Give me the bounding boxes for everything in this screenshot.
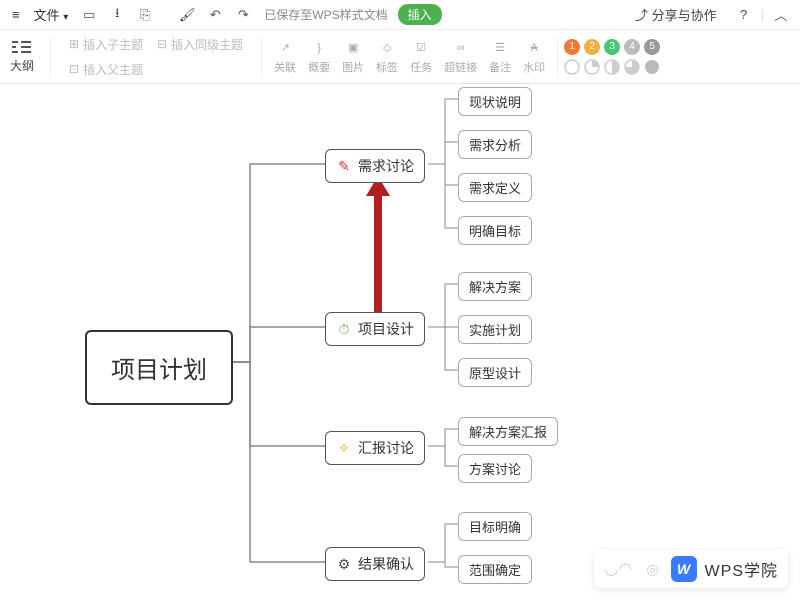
branch-node-4[interactable]: ⚙ 结果确认 bbox=[325, 547, 425, 581]
lightbulb-icon: ✧ bbox=[336, 440, 352, 456]
wps-logo-icon: W bbox=[671, 556, 697, 582]
progress-dots bbox=[564, 57, 668, 75]
insert-child-button[interactable]: ⊞插入子主题 bbox=[65, 34, 147, 55]
branch-node-2[interactable]: ⏱ 项目设计 bbox=[325, 312, 425, 346]
branch-node-3[interactable]: ✧ 汇报讨论 bbox=[325, 431, 425, 465]
branch-2-label: 项目设计 bbox=[358, 319, 414, 339]
watermark-button[interactable]: A水印 bbox=[517, 37, 551, 77]
image-button[interactable]: ▣图片 bbox=[336, 37, 370, 77]
insert-parent-button[interactable]: ⊡插入父主题 bbox=[65, 59, 147, 80]
gear-icon: ⚙ bbox=[336, 556, 352, 572]
note-button[interactable]: ☰备注 bbox=[483, 37, 517, 77]
leaf-node[interactable]: 解决方案汇报 bbox=[458, 417, 558, 446]
priority-1[interactable]: 1 bbox=[564, 39, 580, 55]
priority-2[interactable]: 2 bbox=[584, 39, 600, 55]
priority-3[interactable]: 3 bbox=[604, 39, 620, 55]
redo-icon[interactable]: ↷ bbox=[232, 4, 254, 26]
progress-75-icon[interactable] bbox=[624, 59, 640, 75]
leaf-node[interactable]: 方案讨论 bbox=[458, 454, 532, 483]
leaf-node[interactable]: 需求定义 bbox=[458, 173, 532, 202]
child-topic-icon: ⊞ bbox=[69, 37, 79, 51]
note-icon: ☰ bbox=[495, 39, 505, 57]
cursor-arrow bbox=[374, 194, 382, 322]
leaf-node[interactable]: 需求分析 bbox=[458, 130, 532, 159]
leaf-node[interactable]: 明确目标 bbox=[458, 216, 532, 245]
export-icon[interactable]: ⎘ bbox=[134, 4, 156, 26]
priority-5[interactable]: 5 bbox=[644, 39, 660, 55]
tag-button[interactable]: ◇标签 bbox=[370, 37, 404, 77]
hamburger-icon[interactable]: ≡ bbox=[8, 5, 24, 24]
outline-icon bbox=[12, 39, 32, 55]
leaf-node[interactable]: 原型设计 bbox=[458, 358, 532, 387]
target-icon: ◎ bbox=[646, 561, 658, 578]
wps-watermark: ◡◠ ◎ W WPS学院 bbox=[594, 550, 788, 588]
leaf-node[interactable]: 现状说明 bbox=[458, 87, 532, 116]
branch-1-label: 需求讨论 bbox=[358, 156, 414, 176]
wps-watermark-text: WPS学院 bbox=[705, 557, 778, 581]
mindmap-canvas[interactable]: 项目计划 ✎ 需求讨论 现状说明 需求分析 需求定义 明确目标 ⏱ 项目设计 解… bbox=[0, 84, 800, 600]
image-icon: ▣ bbox=[348, 39, 358, 57]
parent-topic-icon: ⊡ bbox=[69, 62, 79, 76]
progress-0-icon[interactable] bbox=[564, 59, 580, 75]
stopwatch-icon: ⏱ bbox=[336, 321, 352, 337]
outline-button[interactable]: 大纲 bbox=[0, 35, 44, 78]
download-icon[interactable]: ⭳ bbox=[106, 4, 128, 26]
collapse-icon[interactable]: ︿ bbox=[770, 4, 792, 26]
root-label: 项目计划 bbox=[111, 350, 207, 385]
task-icon: ☑ bbox=[416, 39, 426, 57]
priority-4[interactable]: 4 bbox=[624, 39, 640, 55]
insert-chip[interactable]: 插入 bbox=[398, 4, 442, 25]
leaf-node[interactable]: 目标明确 bbox=[458, 512, 532, 541]
top-toolbar: ≡ 文件 ▾ ▭ ⭳ ⎘ 🖌 ↶ ↷ 已保存至WPS样式文档 插入 ⤴ 分享与协… bbox=[0, 0, 800, 30]
leaf-node[interactable]: 范围确定 bbox=[458, 555, 532, 584]
priority-dots: 1 2 3 4 5 bbox=[564, 39, 668, 55]
watermark-icon: A bbox=[531, 39, 538, 57]
leaf-node[interactable]: 解决方案 bbox=[458, 272, 532, 301]
hyperlink-button[interactable]: ∞超链接 bbox=[438, 37, 483, 77]
tag-icon: ◇ bbox=[383, 39, 391, 57]
list-icon[interactable]: ▭ bbox=[78, 4, 100, 26]
progress-25-icon[interactable] bbox=[584, 59, 600, 75]
format-brush-icon[interactable]: 🖌 bbox=[176, 4, 198, 26]
root-node[interactable]: 项目计划 bbox=[85, 330, 233, 405]
branch-4-label: 结果确认 bbox=[358, 554, 414, 574]
leaf-node[interactable]: 实施计划 bbox=[458, 315, 532, 344]
saved-status: 已保存至WPS样式文档 bbox=[264, 6, 387, 23]
eye-icon: ◡◠ bbox=[604, 559, 632, 579]
relation-icon: ↗ bbox=[281, 39, 290, 57]
insert-sibling-button[interactable]: ⊟插入同级主题 bbox=[153, 34, 247, 55]
undo-icon[interactable]: ↶ bbox=[204, 4, 226, 26]
pencil-icon: ✎ bbox=[336, 158, 352, 174]
branch-3-label: 汇报讨论 bbox=[358, 438, 414, 458]
summary-icon: } bbox=[317, 39, 321, 57]
progress-100-icon[interactable] bbox=[644, 59, 660, 75]
file-menu[interactable]: 文件 ▾ bbox=[30, 3, 73, 26]
chevron-down-icon: ▾ bbox=[63, 12, 68, 23]
sibling-topic-icon: ⊟ bbox=[157, 37, 167, 51]
hyperlink-icon: ∞ bbox=[457, 39, 465, 57]
branch-node-1[interactable]: ✎ 需求讨论 bbox=[325, 149, 425, 183]
ribbon-toolbar: 大纲 ⊞插入子主题 ⊟插入同级主题 ⊡插入父主题 ↗关联 }概要 ▣图片 ◇标签… bbox=[0, 30, 800, 84]
summary-button[interactable]: }概要 bbox=[302, 37, 336, 77]
help-icon[interactable]: ? bbox=[733, 4, 755, 26]
share-button[interactable]: ⤴ 分享与协作 bbox=[635, 5, 717, 24]
task-button[interactable]: ☑任务 bbox=[404, 37, 438, 77]
progress-50-icon[interactable] bbox=[604, 59, 620, 75]
relation-button[interactable]: ↗关联 bbox=[268, 37, 302, 77]
